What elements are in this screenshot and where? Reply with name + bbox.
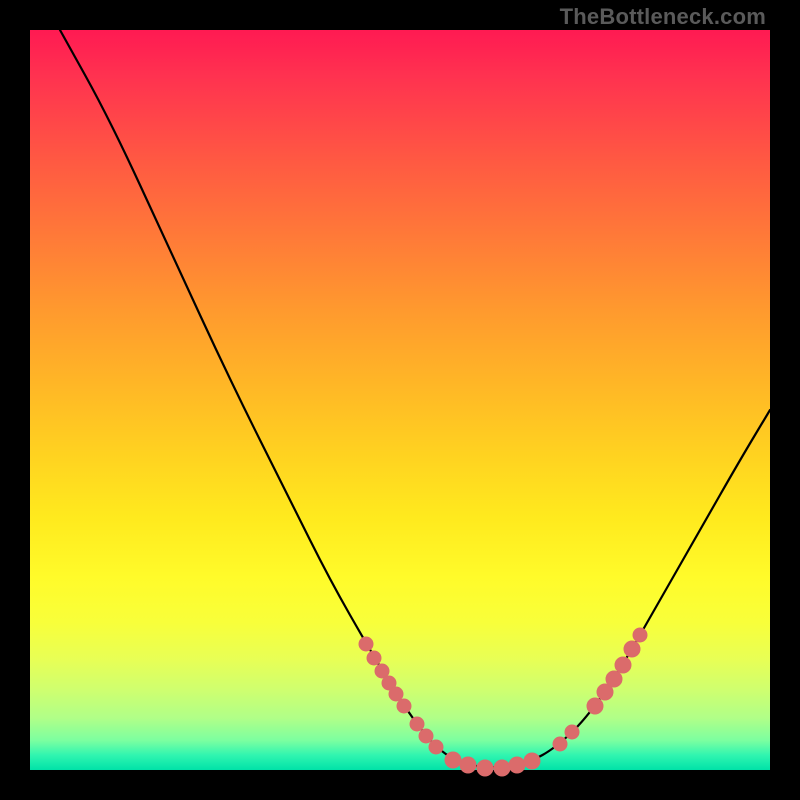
data-dot (419, 729, 433, 743)
data-dot (587, 698, 603, 714)
data-dot (410, 717, 424, 731)
data-dot (624, 641, 640, 657)
watermark-text: TheBottleneck.com (560, 4, 766, 30)
data-dot (606, 671, 622, 687)
data-dot (445, 752, 461, 768)
data-dot (389, 687, 403, 701)
data-dot (509, 757, 525, 773)
dots-group (359, 628, 647, 776)
data-dot (565, 725, 579, 739)
chart-frame: TheBottleneck.com (0, 0, 800, 800)
curve-svg (30, 30, 770, 770)
data-dot (553, 737, 567, 751)
bottleneck-curve (60, 30, 770, 767)
data-dot (615, 657, 631, 673)
data-dot (397, 699, 411, 713)
data-dot (633, 628, 647, 642)
data-dot (367, 651, 381, 665)
data-dot (494, 760, 510, 776)
data-dot (460, 757, 476, 773)
data-dot (477, 760, 493, 776)
plot-area (30, 30, 770, 770)
data-dot (359, 637, 373, 651)
data-dot (429, 740, 443, 754)
data-dot (524, 753, 540, 769)
